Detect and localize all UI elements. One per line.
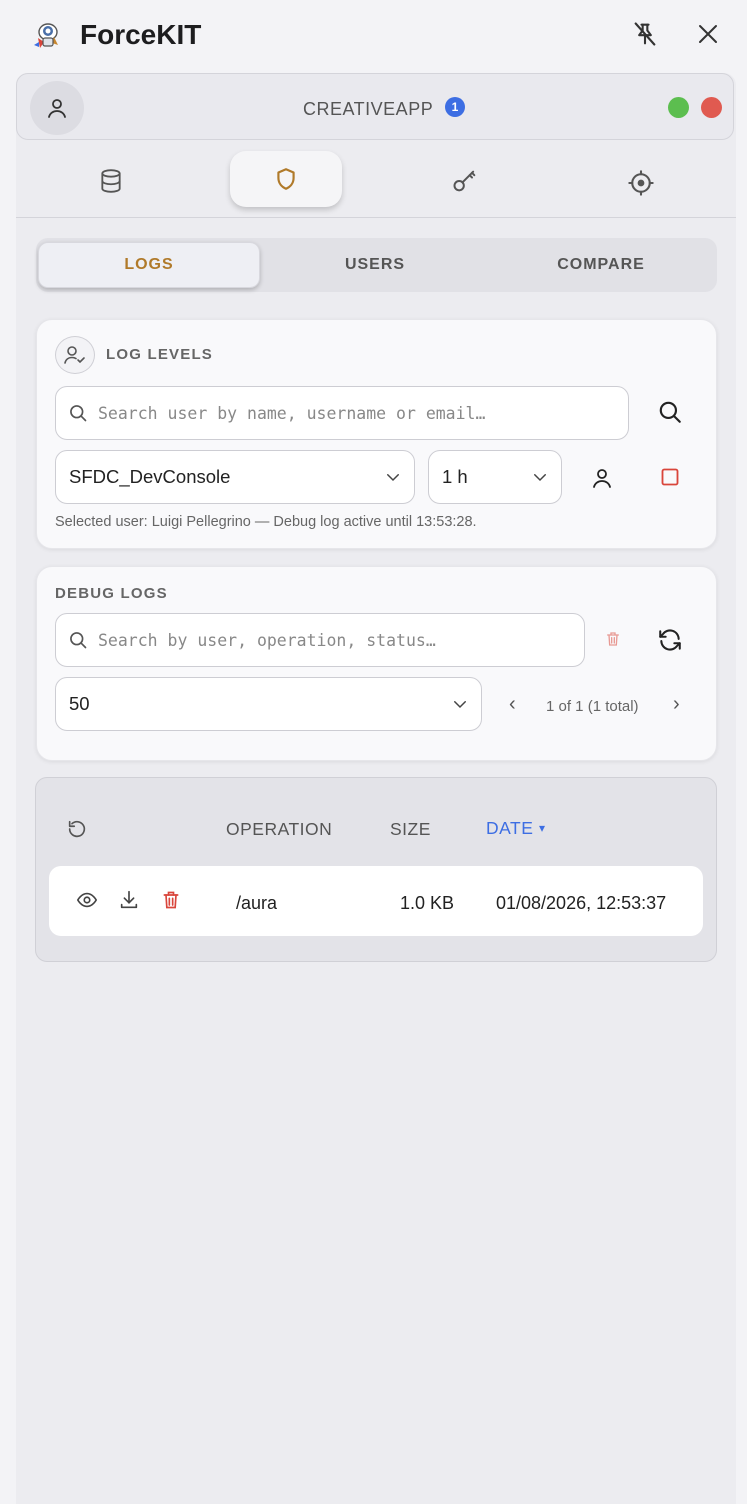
org-count-badge: 1 xyxy=(445,97,465,117)
pagination-status: 1 of 1 (1 total) xyxy=(546,698,639,715)
trash-icon xyxy=(163,891,179,909)
stop-logging-button[interactable] xyxy=(650,457,690,497)
user-check-icon xyxy=(64,346,85,364)
status-indicator-green xyxy=(668,97,689,118)
nav-tab-settings[interactable] xyxy=(585,155,697,211)
close-icon xyxy=(699,25,717,43)
reset-sort-button[interactable] xyxy=(62,814,92,844)
status-indicator-red xyxy=(701,97,722,118)
refresh-icon xyxy=(659,629,681,651)
next-page-button[interactable]: › xyxy=(673,694,680,714)
close-button[interactable] xyxy=(688,14,728,54)
tab-users[interactable]: USERS xyxy=(264,242,486,288)
user-avatar-button[interactable] xyxy=(30,81,84,135)
delete-log-button[interactable] xyxy=(156,885,186,915)
download-icon xyxy=(120,890,138,909)
chevron-down-icon xyxy=(454,701,466,709)
org-name: CREATIVEAPP xyxy=(303,99,434,119)
shield-icon xyxy=(277,168,295,190)
search-icon xyxy=(659,401,681,423)
select-user-button[interactable] xyxy=(582,458,622,498)
nav-tab-security[interactable] xyxy=(230,151,342,207)
stop-icon xyxy=(661,468,679,486)
column-header-operation[interactable]: OPERATION xyxy=(226,818,332,840)
page-size-value: 50 xyxy=(69,693,90,714)
chevron-down-icon xyxy=(387,474,399,482)
tab-compare[interactable]: COMPARE xyxy=(490,242,712,288)
nav-tab-keys[interactable] xyxy=(409,153,521,209)
tab-logs[interactable]: LOGS xyxy=(38,242,260,288)
eye-icon xyxy=(76,892,98,908)
page-size-select[interactable]: 50 xyxy=(55,677,482,731)
debug-logs-title: DEBUG LOGS xyxy=(55,585,168,602)
user-search-placeholder: Search user by name, username or email… xyxy=(98,403,486,423)
column-header-size[interactable]: SIZE xyxy=(390,818,431,840)
user-check-badge xyxy=(55,336,95,374)
key-icon xyxy=(453,170,476,192)
nav-divider xyxy=(16,217,736,218)
duration-select[interactable]: 1 h xyxy=(428,450,562,504)
settings-icon xyxy=(628,170,654,196)
unpin-button[interactable] xyxy=(625,14,665,54)
user-icon xyxy=(48,99,66,118)
search-icon xyxy=(68,630,88,650)
user-search-input[interactable]: Search user by name, username or email… xyxy=(55,386,629,440)
download-log-button[interactable] xyxy=(114,885,144,915)
trash-icon xyxy=(607,632,619,646)
debug-log-search-placeholder: Search by user, operation, status… xyxy=(98,630,436,650)
column-header-date[interactable]: DATE xyxy=(486,817,533,839)
search-icon xyxy=(68,403,88,423)
delete-all-logs-button[interactable] xyxy=(601,626,625,652)
undo-icon xyxy=(68,820,86,838)
user-icon xyxy=(593,469,611,488)
database-icon xyxy=(101,169,121,193)
trace-flag-select[interactable]: SFDC_DevConsole xyxy=(55,450,415,504)
sort-desc-indicator: ▾ xyxy=(539,821,546,835)
duration-value: 1 h xyxy=(442,466,468,487)
app-logo-icon xyxy=(30,18,64,52)
log-operation: /aura xyxy=(236,893,278,913)
trace-flag-value: SFDC_DevConsole xyxy=(69,466,231,487)
selected-user-hint: Selected user: Luigi Pellegrino — Debug … xyxy=(55,514,477,530)
debug-log-search-input[interactable]: Search by user, operation, status… xyxy=(55,613,585,667)
view-log-button[interactable] xyxy=(72,885,102,915)
nav-tab-database[interactable] xyxy=(55,153,167,209)
prev-page-button[interactable]: ‹ xyxy=(509,694,516,714)
refresh-logs-button[interactable] xyxy=(650,620,690,660)
pin-off-icon xyxy=(634,22,656,46)
log-levels-title: LOG LEVELS xyxy=(106,346,214,363)
log-size: 1.0 KB xyxy=(400,893,455,913)
user-search-button[interactable] xyxy=(650,392,690,432)
logs-segmented-control: LOGS USERS COMPARE xyxy=(36,238,717,292)
main-nav xyxy=(16,150,736,217)
app-title: ForceKIT xyxy=(80,19,202,50)
chevron-down-icon xyxy=(534,474,546,482)
log-date: 01/08/2026, 12:53:37 xyxy=(496,893,667,913)
